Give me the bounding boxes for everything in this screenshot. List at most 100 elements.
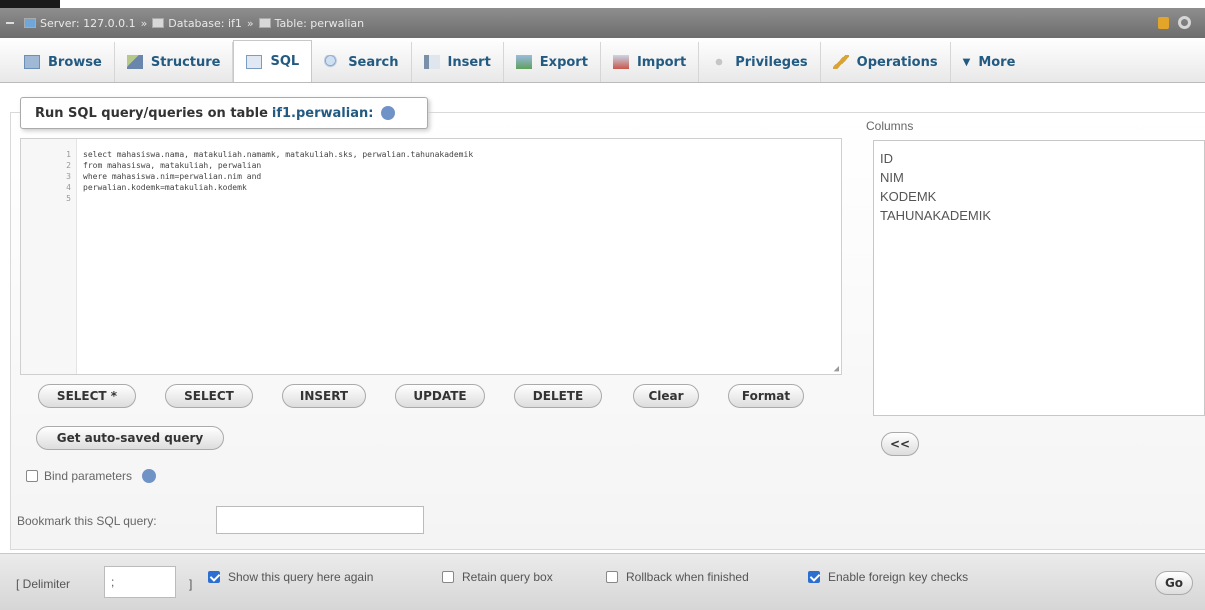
clear-button[interactable]: Clear xyxy=(633,384,699,408)
table-icon xyxy=(258,18,271,28)
delimiter-label: [ Delimiter xyxy=(16,577,71,591)
structure-icon xyxy=(126,55,143,69)
tab-structure[interactable]: Structure xyxy=(115,42,234,82)
code-text[interactable]: select mahasiswa.nama, matakuliah.namamk… xyxy=(83,149,473,160)
tab-label: SQL xyxy=(270,54,300,69)
rollback-checkbox[interactable] xyxy=(606,571,618,583)
breadcrumb-server-label[interactable]: Server: 127.0.0.1 xyxy=(40,17,136,30)
line-number: 4 xyxy=(66,183,71,192)
tab-privileges[interactable]: Privileges xyxy=(699,42,821,82)
show-query-checkbox[interactable] xyxy=(208,571,220,583)
column-option[interactable]: NIM xyxy=(880,168,1198,187)
select-star-button[interactable]: SELECT * xyxy=(38,384,136,408)
breadcrumb-table[interactable]: Table: perwalian xyxy=(258,17,364,30)
tab-browse[interactable]: Browse xyxy=(12,42,115,82)
code-line[interactable]: 3 where mahasiswa.nim=perwalian.nim and xyxy=(21,171,821,182)
show-query-label[interactable]: Show this query here again xyxy=(228,570,373,584)
tab-operations[interactable]: Operations xyxy=(821,42,951,82)
code-line[interactable]: 4 perwalian.kodemk=matakuliah.kodemk xyxy=(21,182,821,193)
rollback-option: Rollback when finished xyxy=(606,570,749,584)
retain-box-option: Retain query box xyxy=(442,570,553,584)
import-icon xyxy=(612,55,629,69)
breadcrumb-database[interactable]: Database: if1 xyxy=(152,17,242,30)
column-option[interactable]: ID xyxy=(880,149,1198,168)
tab-export[interactable]: Export xyxy=(504,42,601,82)
server-icon xyxy=(24,18,36,28)
breadcrumb-database-label[interactable]: Database: if1 xyxy=(168,17,242,30)
operations-icon xyxy=(832,55,849,69)
gear-icon[interactable] xyxy=(1178,16,1191,29)
tab-label: Export xyxy=(539,54,588,70)
tab-label: Privileges xyxy=(735,54,808,70)
insert-column-button[interactable]: << xyxy=(881,432,919,456)
bind-parameters-label[interactable]: Bind parameters xyxy=(44,469,132,483)
update-button[interactable]: UPDATE xyxy=(395,384,485,408)
tab-bar: Browse Structure SQL Search Insert Expor… xyxy=(0,38,1205,83)
top-strip-dark xyxy=(0,0,60,8)
help-icon[interactable] xyxy=(142,469,157,483)
tab-label: Search xyxy=(348,54,399,70)
line-number: 1 xyxy=(66,150,71,159)
tab-search[interactable]: Search xyxy=(312,42,412,82)
search-icon xyxy=(324,55,341,69)
show-query-option: Show this query here again xyxy=(208,570,373,584)
rollback-label[interactable]: Rollback when finished xyxy=(626,570,749,584)
foreign-keys-checkbox[interactable] xyxy=(808,571,820,583)
code-line[interactable]: 5 xyxy=(21,193,821,204)
go-button[interactable]: Go xyxy=(1155,571,1193,595)
select-button[interactable]: SELECT xyxy=(165,384,253,408)
legend-table-name: if1.perwalian: xyxy=(271,105,374,121)
export-icon xyxy=(515,55,532,69)
sql-editor[interactable]: 1 select mahasiswa.nama, matakuliah.namam… xyxy=(20,138,842,375)
code-text[interactable]: perwalian.kodemk=matakuliah.kodemk xyxy=(83,182,247,193)
delete-button[interactable]: DELETE xyxy=(514,384,602,408)
line-number: 3 xyxy=(66,172,71,181)
collapse-icon[interactable] xyxy=(6,22,14,24)
bookmark-input[interactable] xyxy=(216,506,424,534)
sql-icon xyxy=(246,54,263,69)
top-strip xyxy=(0,0,1205,8)
tab-label: Import xyxy=(636,54,687,70)
breadcrumb-separator: » xyxy=(246,16,254,30)
fieldset-legend: Run SQL query/queries on table if1.perwa… xyxy=(20,97,428,129)
browse-icon xyxy=(24,55,40,69)
delimiter-close-bracket: ] xyxy=(189,577,193,591)
tab-label: Operations xyxy=(856,54,938,70)
legend-text: Run SQL query/queries on table xyxy=(35,105,268,121)
columns-listbox[interactable]: ID NIM KODEMK TAHUNAKADEMIK xyxy=(873,140,1205,416)
bind-parameters-row: Bind parameters xyxy=(26,469,157,483)
delimiter-input[interactable]: ; xyxy=(104,566,176,598)
code-text[interactable]: from mahasiswa, matakuliah, perwalian xyxy=(83,160,261,171)
retain-box-checkbox[interactable] xyxy=(442,571,454,583)
bookmark-label: Bookmark this SQL query: xyxy=(17,514,157,528)
privileges-icon xyxy=(711,55,728,69)
tab-label: Structure xyxy=(150,54,221,70)
tab-label: Insert xyxy=(447,54,491,70)
code-line[interactable]: 1 select mahasiswa.nama, matakuliah.namam… xyxy=(21,149,821,160)
breadcrumb: Server: 127.0.0.1 » Database: if1 » Tabl… xyxy=(0,8,1205,38)
column-option[interactable]: TAHUNAKADEMIK xyxy=(880,206,1198,225)
lock-icon[interactable] xyxy=(1158,17,1169,29)
resize-handle-icon[interactable]: ◢ xyxy=(834,364,839,374)
tab-insert[interactable]: Insert xyxy=(412,42,504,82)
tab-import[interactable]: Import xyxy=(601,42,700,82)
breadcrumb-server[interactable]: Server: 127.0.0.1 xyxy=(24,17,136,30)
format-button[interactable]: Format xyxy=(728,384,804,408)
insert-button[interactable]: INSERT xyxy=(282,384,366,408)
foreign-keys-label[interactable]: Enable foreign key checks xyxy=(828,570,968,584)
code-line[interactable]: 2 from mahasiswa, matakuliah, perwalian xyxy=(21,160,821,171)
breadcrumb-table-label[interactable]: Table: perwalian xyxy=(275,17,364,30)
bottom-options-bar xyxy=(0,553,1205,610)
line-number: 2 xyxy=(66,161,71,170)
get-auto-saved-query-button[interactable]: Get auto-saved query xyxy=(36,426,224,450)
help-icon[interactable] xyxy=(381,106,396,120)
retain-box-label[interactable]: Retain query box xyxy=(462,570,553,584)
code-text[interactable]: where mahasiswa.nim=perwalian.nim and xyxy=(83,171,261,182)
tab-label: More xyxy=(978,54,1016,70)
breadcrumb-separator: » xyxy=(140,16,148,30)
tab-sql[interactable]: SQL xyxy=(233,40,313,82)
tab-more[interactable]: ▼ More xyxy=(951,42,1028,82)
bind-parameters-checkbox[interactable] xyxy=(26,470,38,482)
line-number: 5 xyxy=(66,194,71,203)
column-option[interactable]: KODEMK xyxy=(880,187,1198,206)
